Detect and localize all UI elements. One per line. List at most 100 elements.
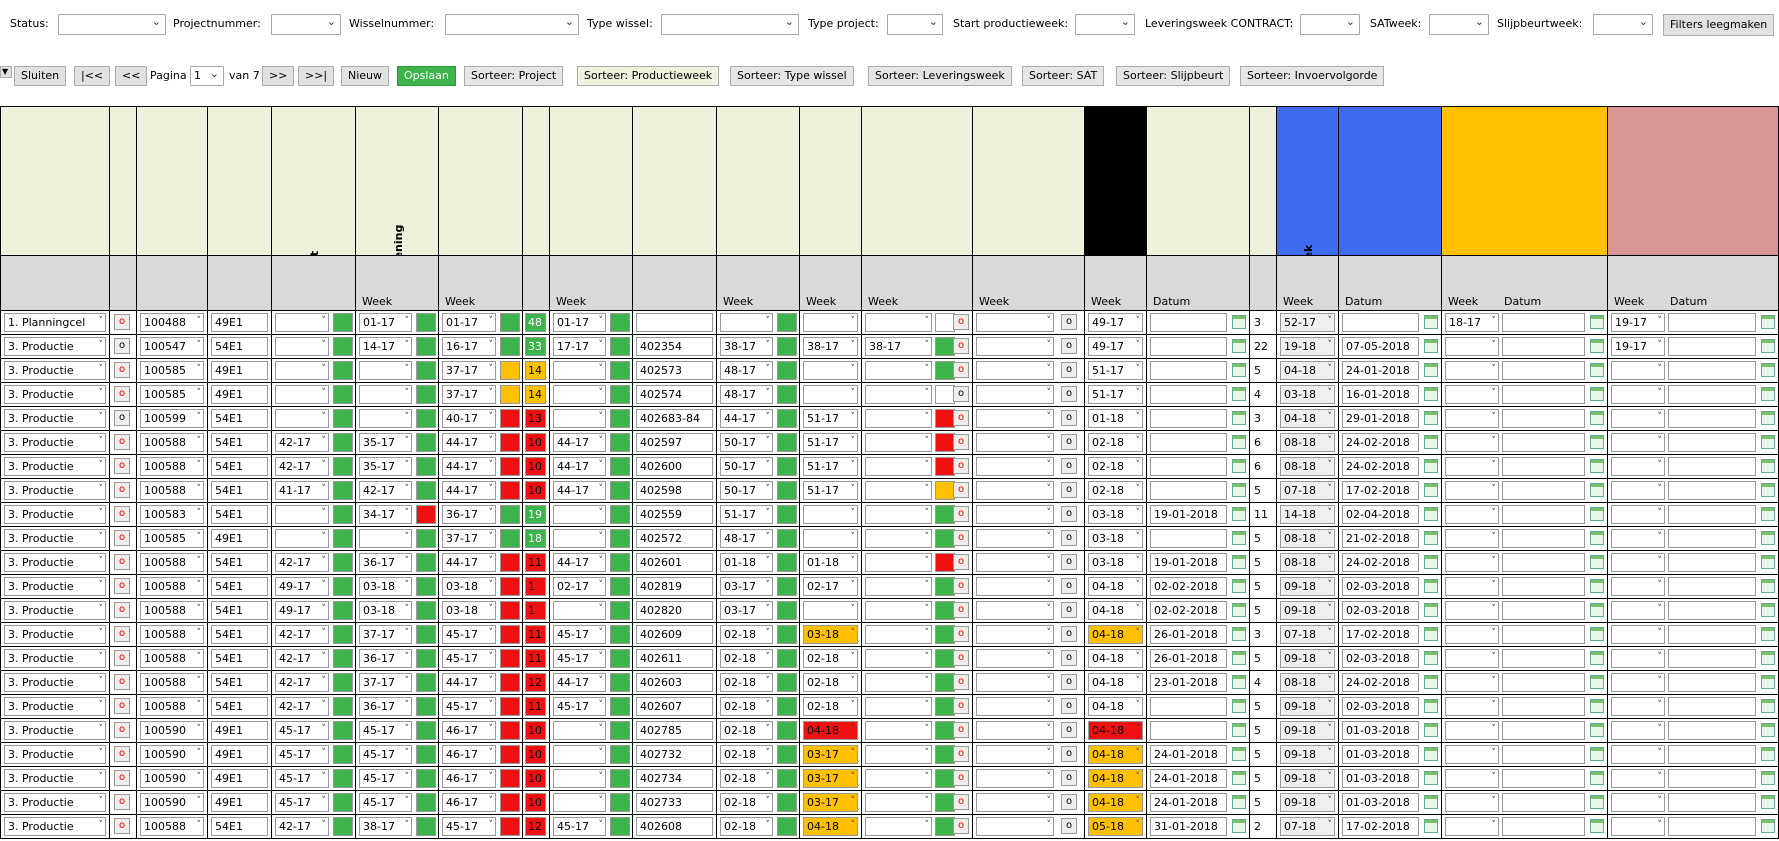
cell-input[interactable]: 40-17 ˅ [442, 409, 496, 428]
calendar-icon[interactable] [1590, 387, 1604, 401]
comment-icon[interactable]: o [1061, 698, 1077, 714]
column-header[interactable]: 13. Leveringsweek CONTRACT [1277, 106, 1339, 256]
comment-icon[interactable]: o [1061, 794, 1077, 810]
start-week-select[interactable]: 04-18 ˅ [1088, 697, 1143, 716]
date-field[interactable] [1668, 457, 1756, 476]
cell-input[interactable]: ˅ [803, 529, 858, 548]
calendar-icon[interactable] [1761, 507, 1775, 521]
cell-input[interactable]: 46-17 ˅ [442, 769, 496, 788]
calendar-icon[interactable] [1761, 579, 1775, 593]
cell-input[interactable]: ˅ [865, 673, 932, 692]
cell-input[interactable]: 02-18 ˅ [720, 745, 773, 764]
clear-filters-button[interactable]: Filters leegmaken [1663, 14, 1775, 36]
fat-date-field[interactable] [1150, 433, 1227, 452]
cell-input[interactable]: 38-17 ˅ [720, 337, 773, 356]
week-select[interactable]: ˅ [1445, 529, 1499, 548]
status-select[interactable]: 3. Productie ˅ [4, 601, 106, 620]
cell-input[interactable]: 38-17 ˅ [865, 337, 932, 356]
delivery-week-select[interactable]: 08-18 ˅ [1280, 529, 1335, 548]
cell-input[interactable]: ˅ [976, 673, 1054, 692]
week-select[interactable]: 18-17 ˅ [1445, 313, 1499, 332]
date-field[interactable] [1668, 529, 1756, 548]
fat-date-field[interactable] [1150, 721, 1227, 740]
cell-input[interactable]: 03-18 ˅ [442, 601, 496, 620]
cell-input[interactable]: 44-17 ˅ [553, 673, 606, 692]
type-field[interactable]: 49E1 [211, 313, 268, 332]
delivery-week-select[interactable]: 04-18 ˅ [1280, 409, 1335, 428]
sort-sat-button[interactable]: Sorteer: SAT [1022, 66, 1105, 86]
cell-input[interactable]: ˅ [976, 625, 1054, 644]
filter-startprod-select[interactable]: ⌄ [1075, 14, 1135, 35]
transport-date-field[interactable]: 01-03-2018 [1342, 721, 1419, 740]
cell-input[interactable]: 03-17 ˅ [803, 793, 858, 812]
calendar-icon[interactable] [1232, 459, 1246, 473]
delivery-week-select[interactable]: 09-18 ˅ [1280, 649, 1335, 668]
cell-input[interactable]: ˅ [865, 745, 932, 764]
calendar-icon[interactable] [1424, 579, 1438, 593]
cell-input[interactable]: ˅ [976, 817, 1054, 836]
column-header[interactable]: 4e. Engineering gereed [550, 106, 633, 256]
filter-typewissel-select[interactable]: ⌄ [661, 14, 799, 35]
sort-slijp-button[interactable]: Sorteer: Slijpbeurt [1116, 66, 1231, 86]
comment-icon[interactable]: o [114, 314, 130, 330]
calendar-icon[interactable] [1232, 819, 1246, 833]
cell-input[interactable]: 42-17 ˅ [275, 457, 329, 476]
cell-input[interactable]: ˅ [976, 769, 1054, 788]
delivery-week-select[interactable]: 04-18 ˅ [1280, 361, 1335, 380]
comment-icon[interactable]: o [953, 722, 969, 738]
date-field[interactable] [1502, 553, 1585, 572]
cell-input[interactable]: 17-17 ˅ [553, 337, 606, 356]
fat-date-field[interactable]: 26-01-2018 [1150, 649, 1227, 668]
cell-input[interactable]: ˅ [865, 625, 932, 644]
comment-icon[interactable]: o [953, 482, 969, 498]
cell-input[interactable]: 38-17 ˅ [359, 817, 412, 836]
filter-typeproject-select[interactable]: ⌄ [887, 14, 943, 35]
date-field[interactable] [1502, 697, 1585, 716]
cell-input[interactable]: 35-17 ˅ [359, 433, 412, 452]
type-field[interactable]: 54E1 [211, 697, 268, 716]
transport-date-field[interactable]: 01-03-2018 [1342, 769, 1419, 788]
type-field[interactable]: 54E1 [211, 433, 268, 452]
cell-input[interactable]: 02-18 ˅ [720, 625, 773, 644]
comment-icon[interactable]: o [114, 794, 130, 810]
calendar-icon[interactable] [1232, 531, 1246, 545]
delivery-week-select[interactable]: 19-18 ˅ [1280, 337, 1335, 356]
fat-date-field[interactable]: 19-01-2018 [1150, 505, 1227, 524]
cell-input[interactable]: 02-18 ˅ [803, 673, 858, 692]
calendar-icon[interactable] [1424, 387, 1438, 401]
fat-date-field[interactable]: 24-01-2018 [1150, 769, 1227, 788]
comment-icon[interactable]: o [1061, 602, 1077, 618]
week-select[interactable]: 19-17 ˅ [1611, 337, 1665, 356]
cell-input[interactable]: 36-17 ˅ [442, 505, 496, 524]
cell-input[interactable]: 44-17 ˅ [442, 673, 496, 692]
date-field[interactable] [1502, 745, 1585, 764]
cell-input[interactable]: 44-17 ˅ [442, 433, 496, 452]
cell-input[interactable]: 42-17 ˅ [275, 553, 329, 572]
cell-input[interactable]: ˅ [865, 457, 932, 476]
delivery-week-select[interactable]: 09-18 ˅ [1280, 721, 1335, 740]
status-select[interactable]: 3. Productie ˅ [4, 481, 106, 500]
cell-input[interactable]: ˅ [976, 697, 1054, 716]
delivery-week-select[interactable]: 08-18 ˅ [1280, 457, 1335, 476]
cell-input[interactable]: 02-18 ˅ [720, 673, 773, 692]
cell-input[interactable]: ˅ [976, 481, 1054, 500]
cell-input[interactable]: 03-18 ˅ [803, 625, 858, 644]
cell-input[interactable]: 16-17 ˅ [442, 337, 496, 356]
type-field[interactable]: 54E1 [211, 649, 268, 668]
date-field[interactable] [1502, 601, 1585, 620]
comment-icon[interactable]: o [1061, 506, 1077, 522]
date-field[interactable] [1668, 769, 1756, 788]
cell-input[interactable]: ˅ [976, 601, 1054, 620]
comment-icon[interactable]: o [1061, 746, 1077, 762]
cell-input[interactable]: 46-17 ˅ [442, 793, 496, 812]
cell-input[interactable]: ˅ [976, 385, 1054, 404]
cell-input[interactable]: ˅ [976, 553, 1054, 572]
cell-input[interactable]: 34-17 ˅ [359, 505, 412, 524]
comment-icon[interactable]: o [1061, 650, 1077, 666]
comment-icon[interactable]: o [114, 506, 130, 522]
production-order-field[interactable]: 402354 [636, 337, 713, 356]
calendar-icon[interactable] [1590, 435, 1604, 449]
column-header[interactable]: 11. FAT datum [1147, 106, 1250, 256]
calendar-icon[interactable] [1590, 483, 1604, 497]
cell-input[interactable]: 45-17 ˅ [553, 625, 606, 644]
